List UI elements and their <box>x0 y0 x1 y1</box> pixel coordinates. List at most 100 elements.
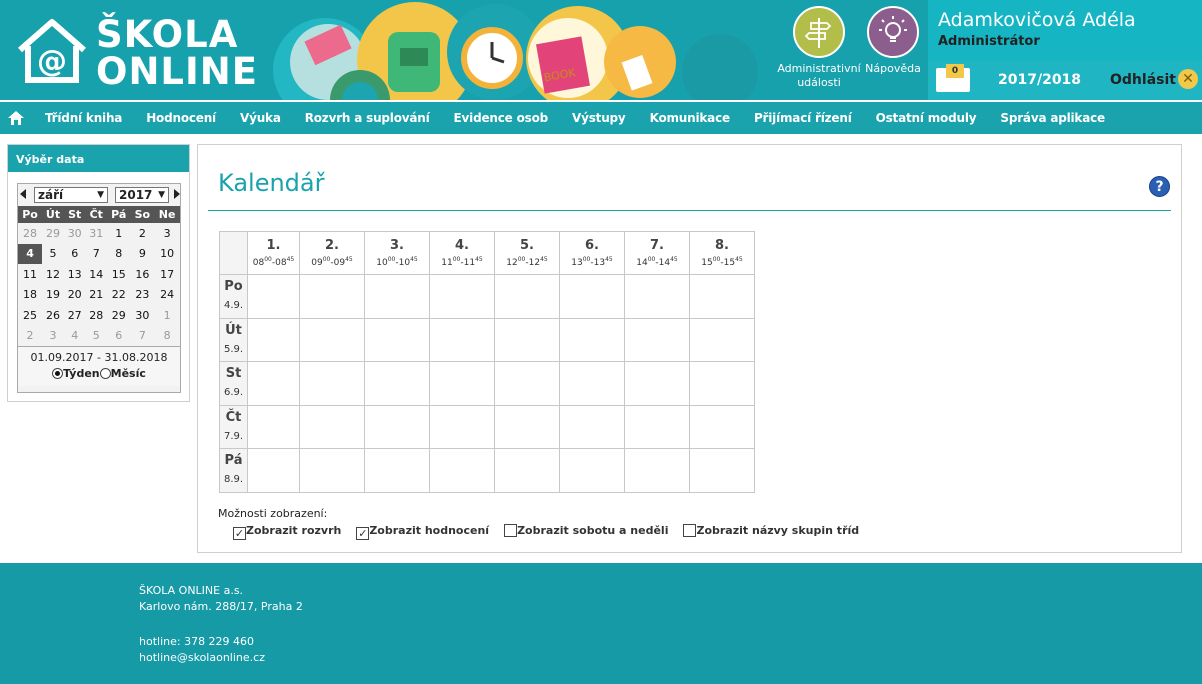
timetable-cell[interactable] <box>624 317 690 362</box>
calendar-day[interactable]: 8 <box>107 244 130 265</box>
display-option[interactable]: Zobrazit názvy skupin tříd <box>683 524 859 540</box>
calendar-day[interactable]: 7 <box>85 244 107 265</box>
calendar-day[interactable]: 25 <box>18 305 42 326</box>
calendar-day[interactable]: 27 <box>64 305 86 326</box>
timetable-cell[interactable] <box>247 448 300 493</box>
close-icon[interactable]: ✕ <box>1178 69 1198 89</box>
nav-item-hodnoceni[interactable]: Hodnocení <box>134 102 228 134</box>
prev-month-icon[interactable] <box>20 189 26 199</box>
calendar-day-selected[interactable]: 4 <box>18 243 43 264</box>
calendar-day[interactable]: 5 <box>85 326 107 347</box>
logout-link[interactable]: Odhlásit <box>1110 72 1176 88</box>
nav-item-vyuka[interactable]: Výuka <box>228 102 293 134</box>
nav-item-prijimaci-rizeni[interactable]: Přijímací řízení <box>742 102 864 134</box>
calendar-day[interactable]: 18 <box>18 285 42 306</box>
timetable-cell[interactable] <box>559 404 625 449</box>
timetable-cell[interactable] <box>559 274 625 319</box>
timetable-cell[interactable] <box>299 361 365 406</box>
timetable-cell[interactable] <box>429 274 495 319</box>
timetable-cell[interactable] <box>429 404 495 449</box>
calendar-day[interactable]: 3 <box>154 223 180 244</box>
nav-item-ostatni-moduly[interactable]: Ostatní moduly <box>864 102 989 134</box>
calendar-day[interactable]: 6 <box>107 326 130 347</box>
calendar-day[interactable]: 24 <box>154 285 180 306</box>
calendar-day[interactable]: 17 <box>154 264 180 285</box>
checkbox-checked-icon[interactable]: ✓ <box>233 527 246 540</box>
timetable-cell[interactable] <box>689 274 755 319</box>
radio-week[interactable]: Týden <box>52 367 100 380</box>
display-option[interactable]: Zobrazit sobotu a neděli <box>504 524 668 540</box>
checkbox-unchecked-icon[interactable] <box>683 524 697 537</box>
timetable-cell[interactable] <box>624 361 690 406</box>
timetable-cell[interactable] <box>689 361 755 406</box>
calendar-day[interactable]: 13 <box>64 264 86 285</box>
logo[interactable]: @ ŠKOLA ONLINE <box>14 14 257 90</box>
timetable-cell[interactable] <box>364 317 430 362</box>
calendar-day[interactable]: 30 <box>130 305 154 326</box>
timetable-cell[interactable] <box>364 361 430 406</box>
calendar-day[interactable]: 26 <box>42 305 64 326</box>
footer-hotline-email[interactable]: hotline@skolaonline.cz <box>139 650 265 666</box>
calendar-day[interactable]: 4 <box>64 326 86 347</box>
calendar-day[interactable]: 16 <box>130 264 154 285</box>
calendar-day[interactable]: 1 <box>154 305 180 326</box>
calendar-day[interactable]: 20 <box>64 285 86 306</box>
year-select[interactable]: 2017 ▼ <box>115 187 169 203</box>
timetable-cell[interactable] <box>494 317 560 362</box>
timetable-cell[interactable] <box>689 317 755 362</box>
nav-item-evidence-osob[interactable]: Evidence osob <box>442 102 560 134</box>
calendar-day[interactable]: 10 <box>154 244 180 265</box>
calendar-day[interactable]: 5 <box>42 244 64 265</box>
nav-item-komunikace[interactable]: Komunikace <box>638 102 742 134</box>
display-option[interactable]: ✓ Zobrazit rozvrh <box>233 524 341 540</box>
calendar-day[interactable]: 6 <box>64 244 86 265</box>
calendar-day[interactable]: 9 <box>130 244 154 265</box>
calendar-day[interactable]: 2 <box>18 326 42 347</box>
timetable-cell[interactable] <box>299 274 365 319</box>
calendar-day[interactable]: 22 <box>107 285 130 306</box>
timetable-cell[interactable] <box>247 274 300 319</box>
calendar-day[interactable]: 19 <box>42 285 64 306</box>
timetable-cell[interactable] <box>429 361 495 406</box>
timetable-cell[interactable] <box>624 404 690 449</box>
timetable-cell[interactable] <box>624 274 690 319</box>
nav-item-rozvrh[interactable]: Rozvrh a suplování <box>293 102 442 134</box>
nav-item-tridni-kniha[interactable]: Třídní kniha <box>33 102 134 134</box>
timetable-cell[interactable] <box>299 404 365 449</box>
display-option[interactable]: ✓ Zobrazit hodnocení <box>356 524 489 540</box>
timetable-cell[interactable] <box>494 274 560 319</box>
timetable-cell[interactable] <box>624 448 690 493</box>
mail-icon[interactable]: 0 <box>936 64 970 92</box>
checkbox-checked-icon[interactable]: ✓ <box>356 527 370 540</box>
calendar-day[interactable]: 15 <box>107 264 130 285</box>
calendar-day[interactable]: 21 <box>85 285 107 306</box>
nav-item-sprava-aplikace[interactable]: Správa aplikace <box>988 102 1117 134</box>
timetable-cell[interactable] <box>247 404 300 449</box>
calendar-day[interactable]: 8 <box>154 326 180 347</box>
timetable-cell[interactable] <box>494 404 560 449</box>
timetable-cell[interactable] <box>429 448 495 493</box>
timetable-cell[interactable] <box>364 274 430 319</box>
timetable-cell[interactable] <box>364 404 430 449</box>
timetable-cell[interactable] <box>689 448 755 493</box>
calendar-day[interactable]: 28 <box>85 305 107 326</box>
timetable-cell[interactable] <box>559 448 625 493</box>
timetable-cell[interactable] <box>247 361 300 406</box>
home-icon[interactable] <box>7 109 25 127</box>
radio-month[interactable]: Měsíc <box>99 367 146 380</box>
calendar-day[interactable]: 11 <box>18 264 42 285</box>
help-button[interactable]: Nápověda <box>848 6 938 76</box>
timetable-cell[interactable] <box>247 317 300 362</box>
calendar-day[interactable]: 29 <box>42 223 64 244</box>
calendar-day[interactable]: 31 <box>85 223 107 244</box>
calendar-day[interactable]: 29 <box>107 305 130 326</box>
calendar-day[interactable]: 12 <box>42 264 64 285</box>
calendar-day[interactable]: 2 <box>130 223 154 244</box>
calendar-day[interactable]: 14 <box>85 264 107 285</box>
nav-item-vystupy[interactable]: Výstupy <box>560 102 638 134</box>
calendar-day[interactable]: 1 <box>107 223 130 244</box>
checkbox-unchecked-icon[interactable] <box>504 524 518 537</box>
timetable-cell[interactable] <box>559 317 625 362</box>
month-select[interactable]: září ▼ <box>34 187 108 203</box>
calendar-day[interactable]: 30 <box>64 223 86 244</box>
